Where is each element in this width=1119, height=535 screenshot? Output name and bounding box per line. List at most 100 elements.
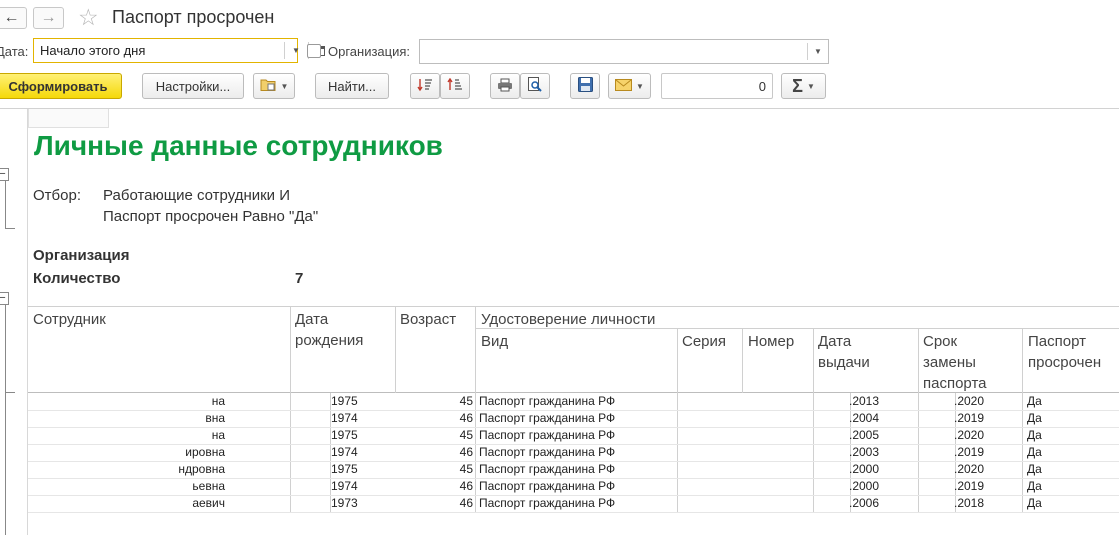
filter-condition: Работающие сотрудники И (103, 187, 291, 204)
header-birth-date[interactable]: Дата рождения (295, 309, 385, 351)
cell-replace-date: .2019 (954, 479, 985, 493)
cell-age: 46 (459, 496, 473, 510)
count-value: 7 (295, 270, 304, 287)
cell-age: 46 (459, 411, 473, 425)
cell-replace-date: .2019 (954, 445, 985, 459)
back-button[interactable]: ← (0, 7, 27, 29)
print-preview-icon (527, 77, 543, 95)
cell-document-kind: Паспорт гражданина РФ (479, 394, 616, 408)
sort-ascending-button[interactable] (410, 73, 440, 99)
sigma-icon: Σ (792, 75, 803, 96)
cell-passport-expired: Да (1027, 394, 1042, 408)
cell-passport-expired: Да (1027, 479, 1042, 493)
chevron-down-icon: ▼ (636, 81, 644, 91)
envelope-icon (615, 78, 633, 94)
grouping-line (5, 392, 15, 393)
cell-document-kind: Паспорт гражданина РФ (479, 445, 616, 459)
column-divider (475, 306, 476, 393)
filter-label: Отбор: (33, 187, 81, 204)
organization-checkbox[interactable] (307, 44, 321, 58)
cell-employee: вна (205, 411, 225, 425)
print-preview-button[interactable] (520, 73, 550, 99)
header-issue-date[interactable]: Дата выдачи (818, 331, 898, 373)
grouping-gutter-border (27, 109, 28, 535)
cell-employee: на (211, 428, 225, 442)
folder-icon (260, 78, 277, 95)
arrow-left-icon: ← (3, 9, 20, 26)
cell-age: 45 (459, 428, 473, 442)
column-divider (1022, 328, 1023, 393)
cell-passport-expired: Да (1027, 462, 1042, 476)
cell-issue-date: .2003 (849, 445, 880, 459)
cell-employee: ировна (185, 445, 225, 459)
cell-age: 46 (459, 479, 473, 493)
cell-employee: на (211, 394, 225, 408)
grouping-line (5, 305, 6, 535)
header-document-kind[interactable]: Вид (481, 331, 508, 352)
send-email-button[interactable]: ▼ (608, 73, 651, 99)
date-field[interactable]: ▼ (33, 38, 325, 63)
cell-document-kind: Паспорт гражданина РФ (479, 411, 616, 425)
cell-replace-date: .2020 (954, 428, 985, 442)
grouping-line (5, 181, 6, 228)
header-series[interactable]: Серия (682, 331, 726, 352)
floppy-disk-icon (577, 77, 593, 95)
cell-passport-expired: Да (1027, 411, 1042, 425)
cell-issue-date: .2000 (849, 479, 880, 493)
column-divider (677, 328, 678, 393)
cell-age: 45 (459, 394, 473, 408)
cell-employee: ьевна (192, 479, 225, 493)
arrow-right-icon: → (40, 9, 57, 26)
header-identity-document[interactable]: Удостоверение личности (481, 309, 655, 330)
print-button[interactable] (490, 73, 520, 99)
filter-condition: Паспорт просрочен Равно "Да" (103, 208, 319, 225)
column-divider (290, 306, 291, 393)
find-button[interactable]: Найти... (315, 73, 389, 99)
cell-issue-date: .2005 (849, 428, 880, 442)
sum-value-field: 0 (661, 73, 773, 99)
header-employee[interactable]: Сотрудник (33, 309, 106, 330)
generate-button[interactable]: Сформировать (0, 73, 122, 99)
column-divider (742, 328, 743, 393)
collapse-group-icon[interactable]: − (0, 292, 9, 305)
cell-issue-date: .2004 (849, 411, 880, 425)
organization-field[interactable]: ▼ (419, 39, 829, 64)
chevron-down-icon: ▼ (806, 81, 815, 91)
settings-button[interactable]: Настройки... (142, 73, 244, 99)
sort-descending-icon (447, 77, 463, 95)
grouping-line (5, 228, 15, 229)
cell-age: 45 (459, 462, 473, 476)
column-divider (813, 328, 814, 393)
table-header-top-border (28, 306, 1119, 307)
collapse-group-icon[interactable]: − (0, 168, 9, 181)
dropdown-icon[interactable]: ▼ (808, 40, 828, 63)
cell-passport-expired: Да (1027, 445, 1042, 459)
title-bar: ← → ☆ Паспорт просрочен (0, 0, 1119, 36)
header-replace-date[interactable]: Срок замены паспорта (923, 331, 1003, 394)
forward-button[interactable]: → (33, 7, 64, 29)
report-title: Личные данные сотрудников (34, 130, 443, 161)
count-label: Количество (33, 270, 121, 287)
save-button[interactable] (570, 73, 600, 99)
sort-ascending-icon (417, 78, 433, 95)
chevron-down-icon: ▼ (280, 81, 289, 91)
variants-menu-button[interactable]: ▼ (253, 73, 295, 99)
cell-passport-expired: Да (1027, 496, 1042, 510)
header-number[interactable]: Номер (748, 331, 794, 352)
header-passport-expired[interactable]: Паспорт просрочен (1028, 331, 1116, 373)
dropdown-icon[interactable]: ▼ (285, 39, 307, 62)
cell-replace-date: .2020 (954, 462, 985, 476)
cell-issue-date: .2000 (849, 462, 880, 476)
organization-group-label: Организация (33, 247, 130, 264)
row-divider (28, 512, 1119, 513)
cell-age: 46 (459, 445, 473, 459)
cell-replace-date: .2020 (954, 394, 985, 408)
column-divider (918, 328, 919, 393)
sort-descending-button[interactable] (440, 73, 470, 99)
organization-label: Организация: (328, 44, 411, 59)
header-age[interactable]: Возраст (400, 309, 456, 330)
cell-replace-date: .2019 (954, 411, 985, 425)
star-icon[interactable]: ☆ (78, 4, 99, 31)
date-input[interactable] (34, 39, 252, 62)
sum-menu-button[interactable]: Σ ▼ (781, 73, 826, 99)
